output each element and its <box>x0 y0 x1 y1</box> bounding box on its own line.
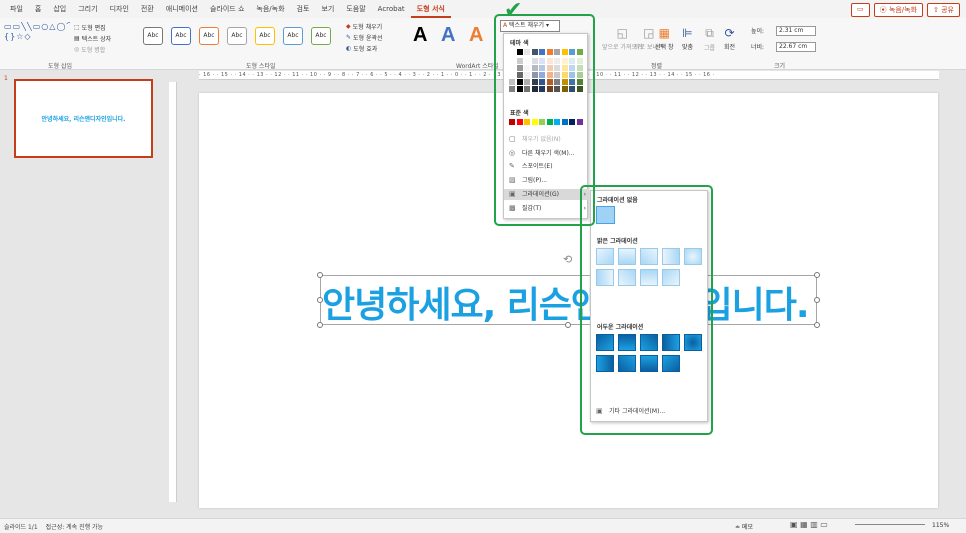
align-icon: ⊫ <box>682 26 693 40</box>
width-input[interactable]: 22.67 cm <box>776 42 816 52</box>
checkmark-icon: ✔ <box>504 0 523 23</box>
menu-tab-9[interactable]: 검토 <box>291 0 316 18</box>
ribbon: ▭▭╲╲▭○△◯⌒▭⬠▷⬡✦〜{}☆◇ ⬚도형 편집 ▤텍스트 상자 ◎도형 병… <box>0 18 966 70</box>
slide-thumbnail[interactable]: 안녕하세요, 리슨앤디자인입니다. <box>14 79 153 158</box>
view-buttons-icon[interactable]: ▣ ▦ ▥ ▭ <box>790 520 828 529</box>
notes-button[interactable]: ≐ 메모 <box>735 522 753 531</box>
width-label: 너비: <box>751 44 765 51</box>
edit-shape-icon: ⬚ <box>74 24 80 31</box>
menu-tab-10[interactable]: 보기 <box>315 0 340 18</box>
resize-handle-br[interactable] <box>814 322 820 328</box>
shape-style-3[interactable]: Abc <box>199 27 219 45</box>
resize-handle-ml[interactable] <box>317 297 323 303</box>
wordart-style-orange[interactable]: A <box>469 24 483 47</box>
slide-count: 슬라이드 1/1 <box>4 523 38 531</box>
slide-thumbnail-pane: 1 안녕하세요, 리슨앤디자인입니다. <box>0 71 168 518</box>
rotate-handle-icon[interactable]: ⟲ <box>563 253 572 266</box>
shape-outline-button[interactable]: ✎ 도형 윤곽선 <box>346 33 383 42</box>
shape-style-2[interactable]: Abc <box>171 27 191 45</box>
menu-tab-2[interactable]: 삽입 <box>47 0 72 18</box>
align-button[interactable]: ⊫ 맞춤 <box>682 26 693 51</box>
vertical-ruler <box>169 82 177 502</box>
highlight-box-gradient-menu <box>580 185 713 435</box>
shapes-gallery[interactable]: ▭▭╲╲▭○△◯⌒▭⬠▷⬡✦〜{}☆◇ <box>4 22 70 52</box>
wordart-style-black[interactable]: A <box>413 24 427 47</box>
thumbnail-text: 안녕하세요, 리슨앤디자인입니다. <box>41 116 126 123</box>
menu-tab-11[interactable]: 도움말 <box>340 0 371 18</box>
group-icon: ⧉ <box>705 26 714 40</box>
shape-style-5[interactable]: Abc <box>255 27 275 45</box>
bring-forward-icon: ◱ <box>616 26 628 40</box>
shape-style-1[interactable]: Abc <box>143 27 163 45</box>
shape-style-6[interactable]: Abc <box>283 27 303 45</box>
accessibility-status[interactable]: 접근성: 계속 진행 가능 <box>46 522 103 531</box>
rotate-button[interactable]: ⟳ 회전 <box>724 26 735 51</box>
send-backward-icon: ◲ <box>643 26 655 40</box>
wordart-style-blue[interactable]: A <box>441 24 455 47</box>
insert-shapes-group-label: 도형 삽입 <box>48 63 72 70</box>
merge-shapes-button: ◎ 도형 병합 <box>74 46 106 54</box>
top-right-actions: ▭ ⦿ 녹음/녹화 ⇧ 공유 <box>851 3 960 17</box>
menu-tab-7[interactable]: 슬라이드 쇼 <box>204 0 250 18</box>
effects-icon: ◐ <box>346 45 352 52</box>
menu-tab-3[interactable]: 그리기 <box>72 0 103 18</box>
shape-effects-button[interactable]: ◐ 도형 효과 <box>346 44 377 53</box>
edit-shape-button[interactable]: ⬚ 도형 편집 <box>74 23 106 32</box>
resize-handle-tl[interactable] <box>317 272 323 278</box>
wordart-group-label: WordArt 스타일 <box>456 63 499 70</box>
menu-tab-1[interactable]: 홈 <box>29 0 47 18</box>
record-button[interactable]: ⦿ 녹음/녹화 <box>873 3 924 17</box>
resize-handle-mr[interactable] <box>814 297 820 303</box>
merge-shapes-icon: ◎ <box>74 46 80 53</box>
height-label: 높이: <box>751 28 765 35</box>
menu-tab-8[interactable]: 녹음/녹화 <box>250 0 290 18</box>
size-group-label: 크기 <box>774 63 786 70</box>
selection-pane-icon: ▦ <box>658 26 670 40</box>
menu-tab-0[interactable]: 파일 <box>4 0 29 18</box>
menu-bar: 파일 홈 삽입 그리기 디자인 전환 애니메이션 슬라이드 쇼 녹음/녹화 검토 보기 도움말 Acro… <box>0 0 966 18</box>
menu-tab-4[interactable]: 디자인 <box>104 0 135 18</box>
text-box-icon: ▤ <box>74 35 80 42</box>
paint-bucket-icon: ◆ <box>346 23 351 30</box>
selection-pane-button[interactable]: ▦ 선택 창 <box>655 26 673 51</box>
slide-number: 1 <box>4 75 8 82</box>
menu-tab-12[interactable]: Acrobat <box>372 0 411 18</box>
arrange-group-label: 정렬 <box>651 63 663 70</box>
shape-style-7[interactable]: Abc <box>311 27 331 45</box>
comments-icon[interactable]: ▭ <box>851 3 870 17</box>
share-button[interactable]: ⇧ 공유 <box>927 3 960 17</box>
zoom-slider[interactable] <box>855 524 925 525</box>
shape-style-4[interactable]: Abc <box>227 27 247 45</box>
menu-tab-6[interactable]: 애니메이션 <box>160 0 204 18</box>
shape-styles-group-label: 도형 스타일 <box>246 63 276 70</box>
rotate-icon: ⟳ <box>724 26 735 40</box>
group-button: ⧉ 그룹 <box>704 26 716 52</box>
menu-tab-13[interactable]: 도형 서식 <box>410 0 451 18</box>
height-input[interactable]: 2.31 cm <box>776 26 816 36</box>
menu-tab-5[interactable]: 전환 <box>135 0 160 18</box>
text-box-button[interactable]: ▤ 텍스트 상자 <box>74 34 111 43</box>
slide-title-text[interactable]: 안녕하세요, 리슨앤디자인입니다. <box>322 276 810 328</box>
shape-fill-button[interactable]: ◆ 도형 채우기 <box>346 22 382 31</box>
resize-handle-tr[interactable] <box>814 272 820 278</box>
resize-handle-bm[interactable] <box>565 322 571 328</box>
pen-icon: ✎ <box>346 34 352 41</box>
resize-handle-bl[interactable] <box>317 322 323 328</box>
zoom-level: 115% <box>932 522 950 529</box>
